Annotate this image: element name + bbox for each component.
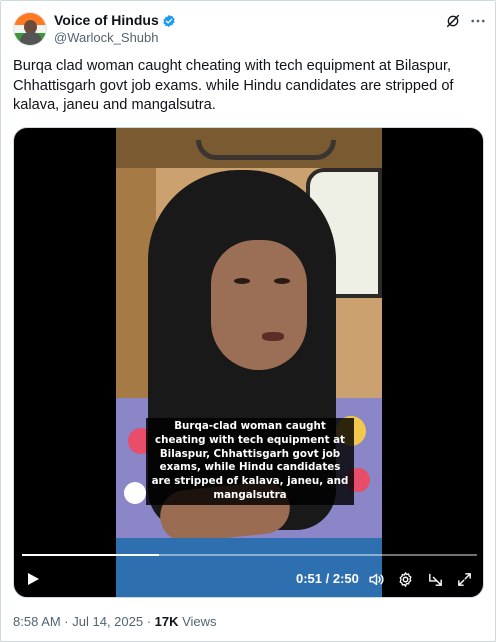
video-caption: Burqa-clad woman caught cheating with te… (146, 418, 354, 505)
roof-bar (196, 140, 336, 160)
progress-fill (22, 554, 159, 556)
volume-icon[interactable] (368, 571, 385, 588)
settings-icon[interactable] (397, 571, 414, 588)
views-count: 17K (154, 614, 179, 629)
fullscreen-icon[interactable] (456, 571, 473, 588)
timestamp[interactable]: 8:58 AM · Jul 14, 2025 · (13, 614, 155, 629)
pip-icon[interactable] (427, 571, 444, 588)
time-display: 0:51 / 2:50 (296, 571, 359, 586)
video-frame (116, 128, 382, 597)
author-name-row: Voice of Hindus (54, 12, 176, 29)
right-eye (274, 278, 290, 284)
more-options-icon[interactable] (469, 13, 487, 29)
author-display-name[interactable]: Voice of Hindus (54, 12, 159, 29)
video-player[interactable]: Burqa-clad woman caught cheating with te… (13, 127, 484, 598)
mouth (262, 332, 284, 341)
tweet-card: Voice of Hindus @Warlock_Shubh Burqa cla… (0, 0, 496, 642)
left-eye (234, 278, 250, 284)
grok-icon[interactable] (445, 13, 461, 29)
tweet-text: Burqa clad woman caught cheating with te… (13, 58, 454, 113)
views-label: Views (178, 614, 217, 629)
avatar[interactable] (13, 12, 47, 46)
face (211, 240, 307, 370)
play-icon[interactable] (26, 572, 40, 586)
verified-badge-icon (163, 14, 175, 27)
author-handle[interactable]: @Warlock_Shubh (54, 30, 158, 45)
tweet-meta: 8:58 AM · Jul 14, 2025 · 17K Views (13, 614, 217, 629)
video-controls: 0:51 / 2:50 (14, 564, 483, 594)
progress-bar[interactable] (22, 554, 477, 556)
avatar-body (20, 32, 42, 45)
